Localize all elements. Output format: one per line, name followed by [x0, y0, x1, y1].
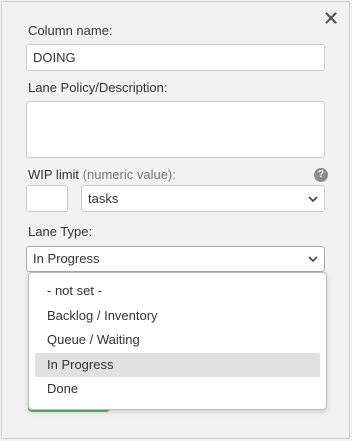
wip-unit-select[interactable]: tasks — [81, 185, 325, 212]
wip-unit-value: tasks — [88, 191, 119, 206]
lane-type-dropdown: - not set - Backlog / Inventory Queue / … — [28, 272, 327, 410]
lane-type-option[interactable]: Done — [35, 377, 320, 402]
lane-type-label: Lane Type: — [28, 224, 93, 239]
chevron-down-icon — [308, 195, 318, 202]
wip-limit-label-text: WIP limit — [28, 167, 80, 182]
lane-type-option[interactable]: Backlog / Inventory — [35, 304, 320, 329]
column-name-input[interactable]: DOING — [26, 44, 325, 71]
wip-limit-input[interactable] — [26, 185, 68, 212]
lane-policy-label: Lane Policy/Description: — [28, 80, 168, 95]
lane-type-option[interactable]: Queue / Waiting — [35, 328, 320, 353]
close-icon[interactable] — [323, 10, 339, 26]
lane-type-select[interactable]: In Progress — [26, 246, 325, 272]
chevron-down-icon — [308, 256, 318, 263]
wip-limit-hint: (numeric value): — [82, 167, 176, 182]
column-name-label: Column name: — [28, 23, 113, 38]
lane-type-option-selected[interactable]: In Progress — [35, 352, 320, 377]
lane-type-value: In Progress — [33, 251, 100, 266]
lane-policy-textarea[interactable] — [26, 101, 325, 158]
lane-type-option[interactable]: - not set - — [35, 279, 320, 304]
wip-limit-label: WIP limit (numeric value): — [28, 167, 176, 182]
edit-column-dialog: Column name: DOING Lane Policy/Descripti… — [1, 1, 350, 439]
help-icon[interactable]: ? — [314, 168, 328, 182]
